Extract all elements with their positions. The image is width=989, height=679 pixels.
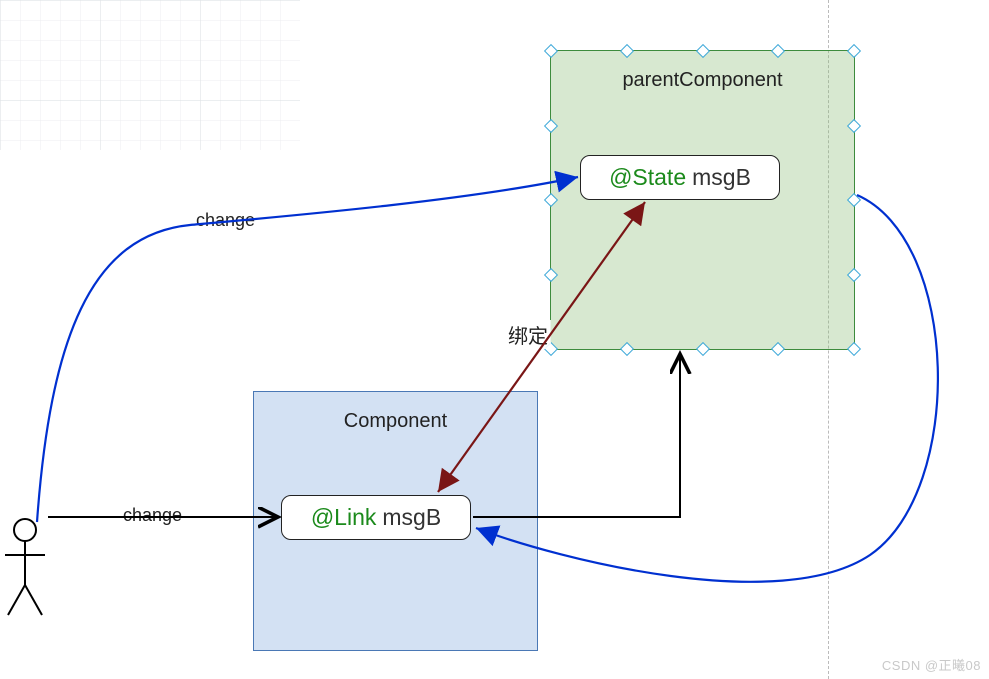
parent-component-title: parentComponent [551, 69, 854, 92]
state-variable-label: msgB [692, 164, 751, 191]
state-decorator-label: @State [609, 164, 686, 191]
child-component-title: Component [254, 410, 537, 433]
change-label-left: change [120, 505, 185, 526]
link-variable-label: msgB [382, 504, 441, 531]
link-node[interactable]: @Link msgB [281, 495, 471, 540]
parent-component-box[interactable]: parentComponent [550, 50, 855, 350]
watermark: CSDN @正曦08 [882, 655, 981, 674]
bind-label: 绑定 [505, 320, 551, 349]
state-node[interactable]: @State msgB [580, 155, 780, 200]
grid-background [0, 0, 300, 150]
change-label-top: change [193, 210, 258, 231]
actor-icon [5, 519, 45, 615]
diagram-canvas: parentComponent @State msgB Component @L… [0, 0, 989, 679]
link-decorator-label: @Link [311, 504, 377, 531]
